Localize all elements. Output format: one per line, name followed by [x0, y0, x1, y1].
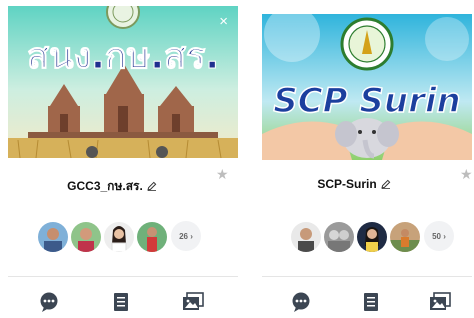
- group-name[interactable]: SCP-Surin: [262, 177, 446, 192]
- member-count: 26: [179, 231, 188, 241]
- avatar: [389, 221, 421, 253]
- divider: [8, 276, 238, 277]
- star-favorite-icon[interactable]: ★: [460, 166, 473, 183]
- group-name-text: SCP-Surin: [317, 177, 377, 191]
- avatar: [290, 221, 322, 253]
- member-count-badge[interactable]: 26 ›: [171, 221, 201, 251]
- avatar: [70, 221, 102, 253]
- notes-icon[interactable]: [109, 290, 133, 314]
- avatar: [356, 221, 388, 253]
- edit-pencil-icon[interactable]: [147, 180, 157, 194]
- member-count-badge[interactable]: 50 ›: [424, 221, 454, 251]
- group-name[interactable]: GCC3_กษ.สร.: [12, 177, 212, 196]
- chat-icon[interactable]: [289, 290, 313, 314]
- album-icon[interactable]: [428, 290, 452, 314]
- album-icon[interactable]: [181, 290, 205, 314]
- avatar: [323, 221, 355, 253]
- close-icon[interactable]: ×: [219, 14, 228, 29]
- notes-icon[interactable]: [359, 290, 383, 314]
- star-favorite-icon[interactable]: ★: [216, 166, 229, 183]
- chevron-right-icon: ›: [443, 231, 446, 241]
- cover-title-text: SCP Surin: [273, 81, 461, 121]
- edit-pencil-icon[interactable]: [380, 178, 391, 192]
- chat-icon[interactable]: [37, 290, 61, 314]
- divider: [262, 276, 472, 277]
- group-cover-image[interactable]: SCP Surin: [262, 14, 472, 160]
- avatar: [136, 221, 168, 253]
- group-cover-image[interactable]: สนง.กษ.สร. ×: [8, 6, 238, 158]
- group-card-scp-surin[interactable]: SCP Surin ★ SCP-Surin 50 ›: [256, 0, 474, 318]
- group-actions: [0, 290, 240, 314]
- group-actions: [256, 290, 474, 314]
- group-name-text: GCC3_กษ.สร.: [67, 179, 143, 193]
- chevron-right-icon: ›: [190, 231, 193, 241]
- member-count: 50: [432, 231, 441, 241]
- avatar: [103, 221, 135, 253]
- cover-title-text: สนง.กษ.สร.: [27, 36, 219, 77]
- avatar: [37, 221, 69, 253]
- group-card-gcc3[interactable]: สนง.กษ.สร. × ★ GCC3_กษ.สร. 26 ›: [0, 0, 240, 318]
